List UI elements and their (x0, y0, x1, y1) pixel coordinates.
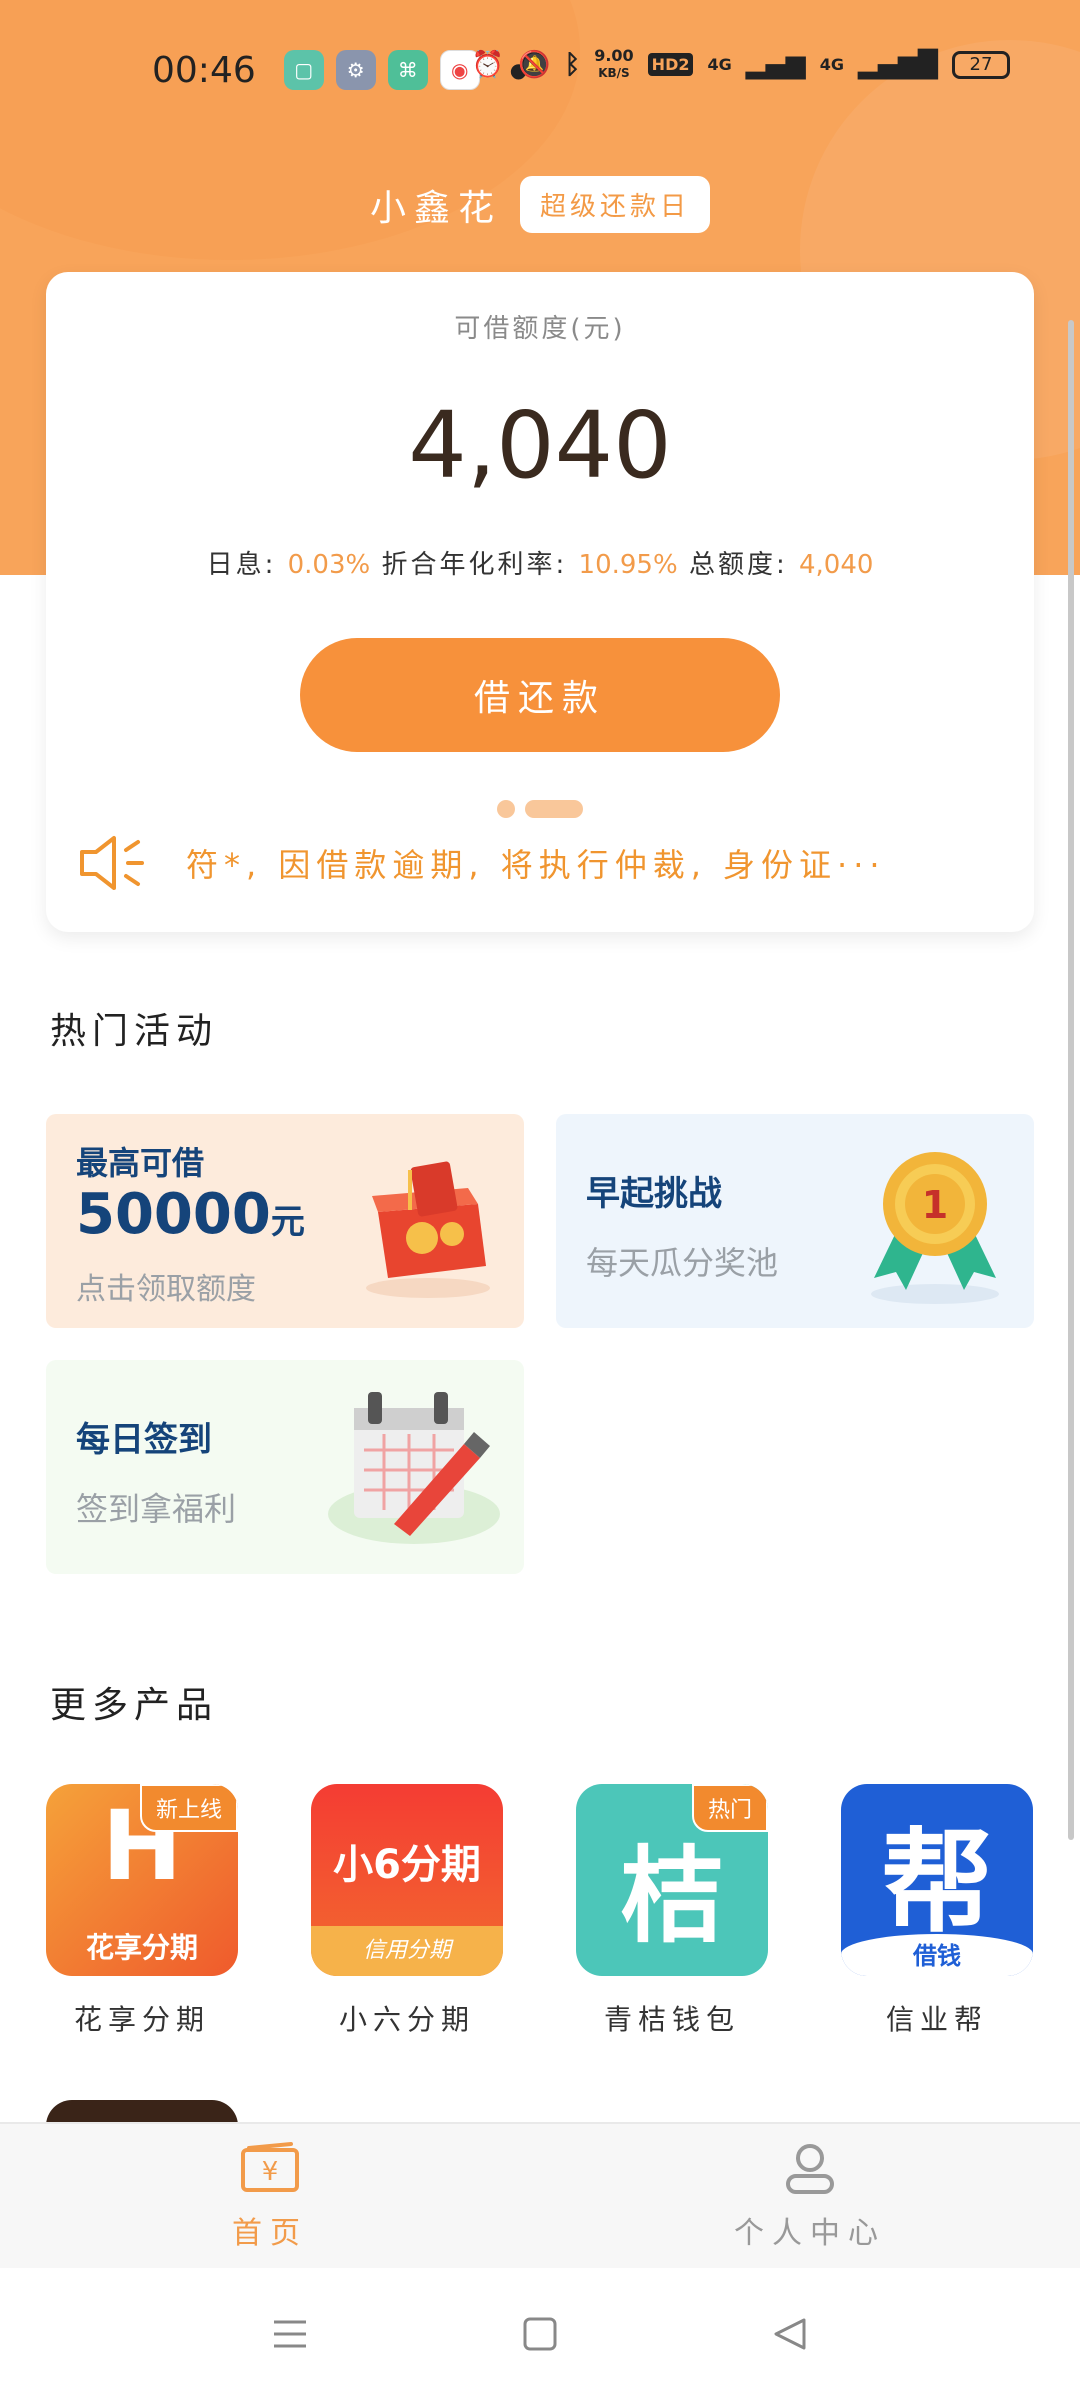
carousel-dot-active (525, 800, 583, 818)
qingju-icon-text: 桔 (619, 1834, 724, 1957)
qingju-app-icon: 桔 热门 (576, 1784, 768, 1976)
xinyebang-icon-text: 帮 (881, 1818, 993, 1948)
total-limit-value: 4,040 (798, 550, 874, 580)
signal-4g-label: 4G (707, 55, 732, 74)
speaker-icon (80, 836, 144, 890)
more-products-title: 更多产品 (50, 1685, 219, 1726)
status-time: 00:46 (152, 49, 256, 91)
tab-home[interactable]: ¥ 首页 (0, 2124, 540, 2268)
daily-rate-label: 日息: (206, 550, 277, 580)
promo-daily-checkin[interactable]: 每日签到 签到拿福利 (46, 1360, 524, 1574)
notification-app-icon: ▢ (283, 50, 324, 90)
speed-value: 9.00 (594, 46, 634, 65)
product-name: 花享分期 (73, 2003, 210, 2036)
annual-rate-label: 折合年化利率: (381, 550, 568, 580)
bluetooth-icon: ᛒ (564, 49, 581, 80)
mute-icon: 🔕 (518, 49, 551, 80)
borrow-repay-button[interactable]: 借还款 (300, 638, 780, 752)
tab-personal-center[interactable]: 个人中心 (540, 2124, 1080, 2268)
promo-early-rise-challenge[interactable]: 早起挑战 每天瓜分奖池 1 (556, 1114, 1034, 1328)
battery-icon: 27 (952, 50, 1010, 79)
product-huaxiang[interactable]: H 花享分期 新上线 花享分期 (46, 1784, 238, 2038)
promo-title: 早起挑战 (586, 1174, 722, 1214)
huaxiang-app-icon: H 花享分期 新上线 (46, 1784, 238, 1976)
huaxiang-icon-text: 花享分期 (85, 1931, 198, 1964)
product-xiaoliu[interactable]: 小6分期 信用分期 小六分期 (311, 1784, 503, 2038)
new-tag: 新上线 (139, 1784, 238, 1832)
promo-line1: 最高可借 (76, 1144, 205, 1182)
credit-card-panel: 可借额度(元) 4,040 日息: 0.03% 折合年化利率: 10.95% 总… (46, 272, 1034, 932)
speed-unit: KB/S (598, 66, 630, 80)
limit-value: 4,040 (408, 392, 672, 499)
promo-amount-unit: 元 (270, 1202, 305, 1242)
app-title: 小鑫花 (369, 187, 502, 229)
signal-bars-icon: ▂▄▆█ (858, 49, 938, 80)
tab-personal-label: 个人中心 (734, 2216, 886, 2251)
network-speed: 9.00 KB/S (594, 48, 633, 81)
notification-app-icon: ⌘ (387, 50, 428, 90)
back-triangle-icon[interactable] (770, 2314, 810, 2354)
repay-day-badge[interactable]: 超级还款日 (520, 176, 711, 233)
product-name: 小六分期 (338, 2003, 475, 2036)
scrollbar[interactable] (1068, 320, 1074, 1840)
promo-sub: 点击领取额度 (76, 1272, 256, 1307)
product-name: 信业帮 (885, 2003, 988, 2036)
xiaoliu-icon-sub: 信用分期 (311, 1926, 503, 1976)
promo-amount: 50000元 (76, 1182, 305, 1247)
svg-text:1: 1 (922, 1183, 948, 1227)
xinyebang-app-icon: 帮 借钱 (841, 1784, 1033, 1976)
tab-home-label: 首页 (232, 2216, 308, 2251)
alarm-icon: ⏰ (471, 49, 505, 80)
person-icon (786, 2144, 834, 2194)
hot-tag: 热门 (691, 1784, 768, 1832)
total-limit-label: 总额度: (688, 550, 788, 580)
notification-settings-icon: ⚙ (335, 50, 376, 90)
promo-sub: 签到拿福利 (76, 1490, 237, 1528)
daily-rate-value: 0.03% (287, 550, 371, 580)
bottom-tab-bar: ¥ 首页 个人中心 (0, 2122, 1080, 2268)
promo-borrow-limit[interactable]: 最高可借 50000元 点击领取额度 (46, 1114, 524, 1328)
promo-amount-value: 50000 (76, 1182, 271, 1247)
calendar-pencil-icon (328, 1392, 500, 1544)
home-square-icon[interactable] (520, 2314, 560, 2354)
brand-row: 小鑫花 超级还款日 (0, 176, 1080, 233)
menu-icon[interactable] (270, 2314, 310, 2354)
xiaoliu-icon-text: 小6分期 (333, 1842, 481, 1888)
hd-badge: HD2 (647, 53, 694, 76)
product-name: 青桔钱包 (603, 2003, 740, 2036)
signal-bars-icon: ▂▄▆ (745, 49, 806, 80)
notice-bar[interactable]: 符*, 因借款逾期, 将执行仲裁, 身份证··· (76, 832, 1004, 894)
gift-box-icon (366, 1161, 490, 1298)
signal-4g-label: 4G (819, 55, 845, 74)
product-qingju[interactable]: 桔 热门 青桔钱包 (576, 1784, 768, 2038)
medal-icon: 1 (871, 1152, 999, 1304)
home-wallet-icon: ¥ (241, 2142, 299, 2192)
status-indicators: ⏰ 🔕 ᛒ 9.00 KB/S HD2 4G ▂▄▆ 4G ▂▄▆█ 27 (472, 48, 1010, 81)
promo-sub: 每天瓜分奖池 (586, 1244, 779, 1282)
notice-text: 符*, 因借款逾期, 将执行仲裁, 身份证··· (186, 846, 886, 884)
hot-activities-title: 热门活动 (50, 1011, 219, 1052)
rate-info: 日息: 0.03% 折合年化利率: 10.95% 总额度: 4,040 (46, 544, 1034, 581)
xiaoliu-app-icon: 小6分期 信用分期 (311, 1784, 503, 1976)
xinyebang-icon-sub: 借钱 (841, 1934, 1033, 1976)
promo-title: 每日签到 (76, 1420, 212, 1460)
carousel-dot (497, 800, 515, 818)
carousel-indicator (46, 800, 1034, 818)
product-xinyebang[interactable]: 帮 借钱 信业帮 (841, 1784, 1033, 2038)
svg-text:¥: ¥ (262, 2157, 279, 2187)
system-nav-bar (0, 2268, 1080, 2400)
limit-label: 可借额度(元) (454, 314, 626, 344)
annual-rate-value: 10.95% (578, 550, 678, 580)
